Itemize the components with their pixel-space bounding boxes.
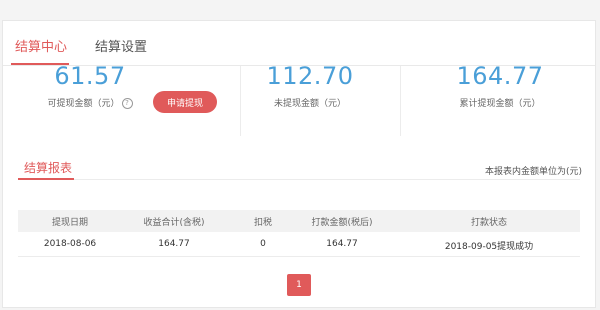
available-amount: 61.57 <box>54 62 126 90</box>
tab-settlement-settings[interactable]: 结算设置 <box>95 36 147 55</box>
tab-settlement-center[interactable]: 结算中心 <box>15 36 67 55</box>
report-separator <box>18 179 580 180</box>
apply-withdraw-button[interactable]: 申请提现 <box>153 91 217 113</box>
header-payment-status: 打款状态 <box>470 218 508 228</box>
report-unit-note: 本报表内金额单位为(元) <box>484 167 582 177</box>
stats-divider <box>240 66 241 136</box>
cell-payment-amount: 164.77 <box>326 239 358 249</box>
stat-unwithdrawn: 112.70 未提现金额（元） <box>260 62 360 109</box>
cumulative-amount-label: 累计提现金额（元） <box>459 99 541 109</box>
stat-available: 61.57 可提现金额（元）? <box>40 62 140 109</box>
cell-total-income: 164.77 <box>158 239 190 249</box>
report-title-underline <box>18 178 74 180</box>
stats-panel: 61.57 可提现金额（元）? 112.70 未提现金额（元） 164.77 累… <box>0 62 600 152</box>
cell-withdraw-date: 2018-08-06 <box>43 239 97 249</box>
table-header: 提现日期 收益合计(含税) 扣税 打款金额(税后) 打款状态 <box>18 210 580 232</box>
pagination-page-1[interactable]: 1 <box>287 274 311 296</box>
cumulative-amount: 164.77 <box>456 62 544 90</box>
report-title: 结算报表 <box>24 161 73 175</box>
available-amount-label: 可提现金额（元）? <box>40 96 140 109</box>
cell-tax: 0 <box>260 239 266 249</box>
available-amount-label-text: 可提现金额（元） <box>47 99 120 109</box>
stats-divider <box>400 66 401 136</box>
cell-payment-status: 2018-09-05提现成功 <box>444 242 534 252</box>
tab-bar: 结算中心 结算设置 <box>3 21 595 66</box>
unwithdrawn-amount: 112.70 <box>266 62 354 90</box>
header-withdraw-date: 提现日期 <box>51 218 89 228</box>
header-total-income: 收益合计(含税) <box>143 218 205 228</box>
header-tax: 扣税 <box>253 218 273 228</box>
unwithdrawn-amount-label: 未提现金额（元） <box>273 99 346 109</box>
stat-cumulative: 164.77 累计提现金额（元） <box>440 62 560 109</box>
question-circle-icon[interactable]: ? <box>121 98 133 109</box>
table-row: 2018-08-06 164.77 0 164.77 2018-09-05提现成… <box>18 234 580 257</box>
header-payment-amount: 打款金额(税后) <box>311 218 373 228</box>
